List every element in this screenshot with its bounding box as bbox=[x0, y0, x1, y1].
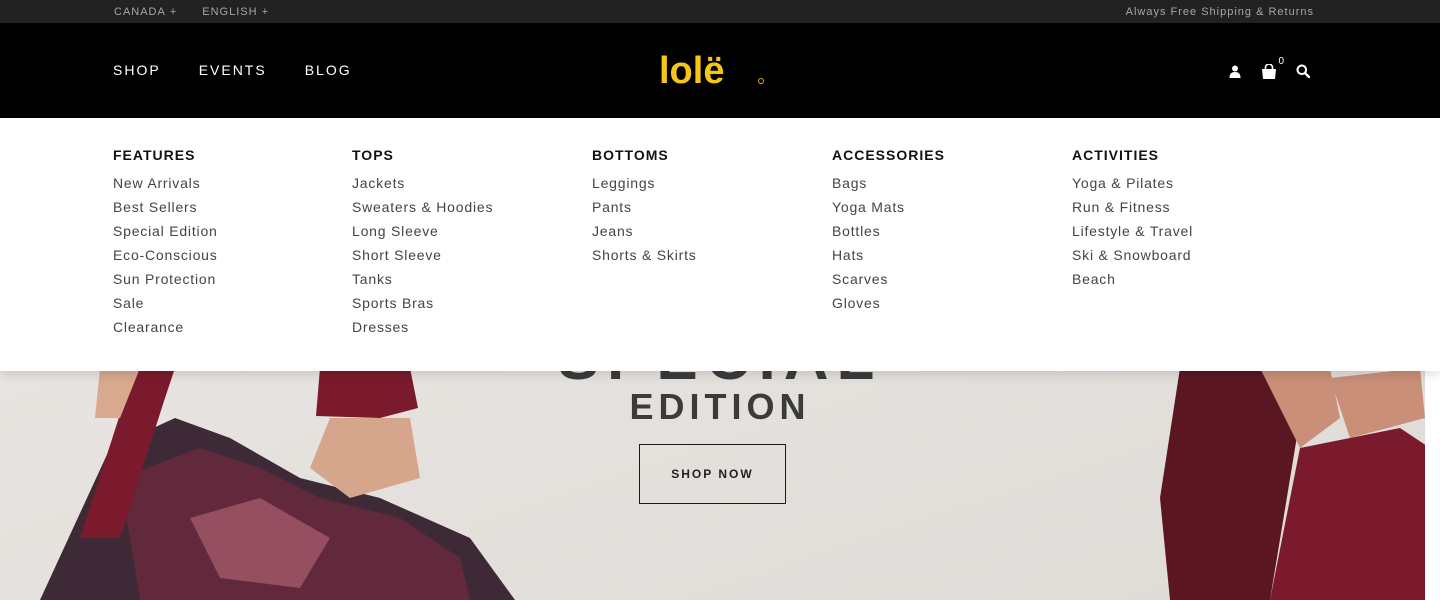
menu-item-jeans[interactable]: Jeans bbox=[592, 222, 697, 246]
search-icon[interactable] bbox=[1294, 62, 1312, 80]
menu-item-ski-snowboard[interactable]: Ski & Snowboard bbox=[1072, 246, 1193, 270]
menu-item-yoga-mats[interactable]: Yoga Mats bbox=[832, 198, 945, 222]
menu-item-special-edition[interactable]: Special Edition bbox=[113, 222, 218, 246]
column-heading: FEATURES bbox=[113, 147, 196, 163]
shipping-message: Always Free Shipping & Returns bbox=[1125, 5, 1314, 18]
menu-item-gloves[interactable]: Gloves bbox=[832, 294, 945, 318]
menu-column-accessories: ACCESSORIES Bags Yoga Mats Bottles Hats … bbox=[832, 147, 945, 318]
menu-column-tops: TOPS Jackets Sweaters & Hoodies Long Sle… bbox=[352, 147, 493, 342]
menu-item-long-sleeve[interactable]: Long Sleeve bbox=[352, 222, 493, 246]
menu-column-bottoms: BOTTOMS Leggings Pants Jeans Shorts & Sk… bbox=[592, 147, 697, 270]
hero-title-line2: EDITION bbox=[629, 386, 811, 427]
menu-column-features: FEATURES New Arrivals Best Sellers Speci… bbox=[113, 147, 218, 342]
country-selector[interactable]: CANADA + bbox=[114, 6, 177, 18]
menu-item-bags[interactable]: Bags bbox=[832, 174, 945, 198]
site-header: SHOP EVENTS BLOG lolë 0 bbox=[0, 23, 1440, 118]
cart-count: 0 bbox=[1278, 56, 1284, 67]
utility-bar: CANADA + ENGLISH + Always Free Shipping … bbox=[0, 0, 1440, 23]
menu-item-sports-bras[interactable]: Sports Bras bbox=[352, 294, 493, 318]
menu-item-short-sleeve[interactable]: Short Sleeve bbox=[352, 246, 493, 270]
mega-menu: FEATURES New Arrivals Best Sellers Speci… bbox=[0, 118, 1440, 371]
menu-item-leggings[interactable]: Leggings bbox=[592, 174, 697, 198]
nav-blog[interactable]: BLOG bbox=[305, 62, 352, 78]
menu-item-new-arrivals[interactable]: New Arrivals bbox=[113, 174, 218, 198]
header-icons: 0 bbox=[1226, 23, 1312, 118]
language-selector[interactable]: ENGLISH + bbox=[202, 6, 269, 18]
menu-item-clearance[interactable]: Clearance bbox=[113, 318, 218, 342]
menu-item-sale[interactable]: Sale bbox=[113, 294, 218, 318]
user-icon[interactable] bbox=[1226, 62, 1244, 80]
menu-item-tanks[interactable]: Tanks bbox=[352, 270, 493, 294]
column-heading: BOTTOMS bbox=[592, 147, 669, 163]
locale-selectors: CANADA + ENGLISH + bbox=[114, 0, 269, 23]
logo-text: lolë bbox=[659, 50, 724, 87]
plus-icon: + bbox=[261, 5, 270, 18]
menu-item-hats[interactable]: Hats bbox=[832, 246, 945, 270]
lole-logo[interactable]: lolë bbox=[657, 47, 767, 92]
menu-item-pants[interactable]: Pants bbox=[592, 198, 697, 222]
main-nav: SHOP EVENTS BLOG bbox=[113, 23, 352, 118]
menu-item-yoga-pilates[interactable]: Yoga & Pilates bbox=[1072, 174, 1193, 198]
shopping-bag-icon[interactable]: 0 bbox=[1260, 56, 1284, 80]
menu-item-shorts-skirts[interactable]: Shorts & Skirts bbox=[592, 246, 697, 270]
menu-item-bottles[interactable]: Bottles bbox=[832, 222, 945, 246]
nav-events[interactable]: EVENTS bbox=[199, 62, 267, 78]
column-heading: ACTIVITIES bbox=[1072, 147, 1160, 163]
menu-item-dresses[interactable]: Dresses bbox=[352, 318, 493, 342]
menu-item-run-fitness[interactable]: Run & Fitness bbox=[1072, 198, 1193, 222]
menu-item-best-sellers[interactable]: Best Sellers bbox=[113, 198, 218, 222]
menu-item-eco-conscious[interactable]: Eco-Conscious bbox=[113, 246, 218, 270]
column-heading: ACCESSORIES bbox=[832, 147, 945, 163]
country-label: CANADA bbox=[114, 5, 166, 18]
menu-column-activities: ACTIVITIES Yoga & Pilates Run & Fitness … bbox=[1072, 147, 1193, 294]
shop-now-button[interactable]: SHOP NOW bbox=[639, 444, 786, 504]
menu-item-sun-protection[interactable]: Sun Protection bbox=[113, 270, 218, 294]
nav-shop[interactable]: SHOP bbox=[113, 62, 161, 78]
menu-item-scarves[interactable]: Scarves bbox=[832, 270, 945, 294]
menu-item-jackets[interactable]: Jackets bbox=[352, 174, 493, 198]
menu-item-beach[interactable]: Beach bbox=[1072, 270, 1193, 294]
menu-item-sweaters-hoodies[interactable]: Sweaters & Hoodies bbox=[352, 198, 493, 222]
menu-item-lifestyle-travel[interactable]: Lifestyle & Travel bbox=[1072, 222, 1193, 246]
plus-icon: + bbox=[169, 5, 178, 18]
column-heading: TOPS bbox=[352, 147, 394, 163]
language-label: ENGLISH bbox=[202, 5, 258, 18]
